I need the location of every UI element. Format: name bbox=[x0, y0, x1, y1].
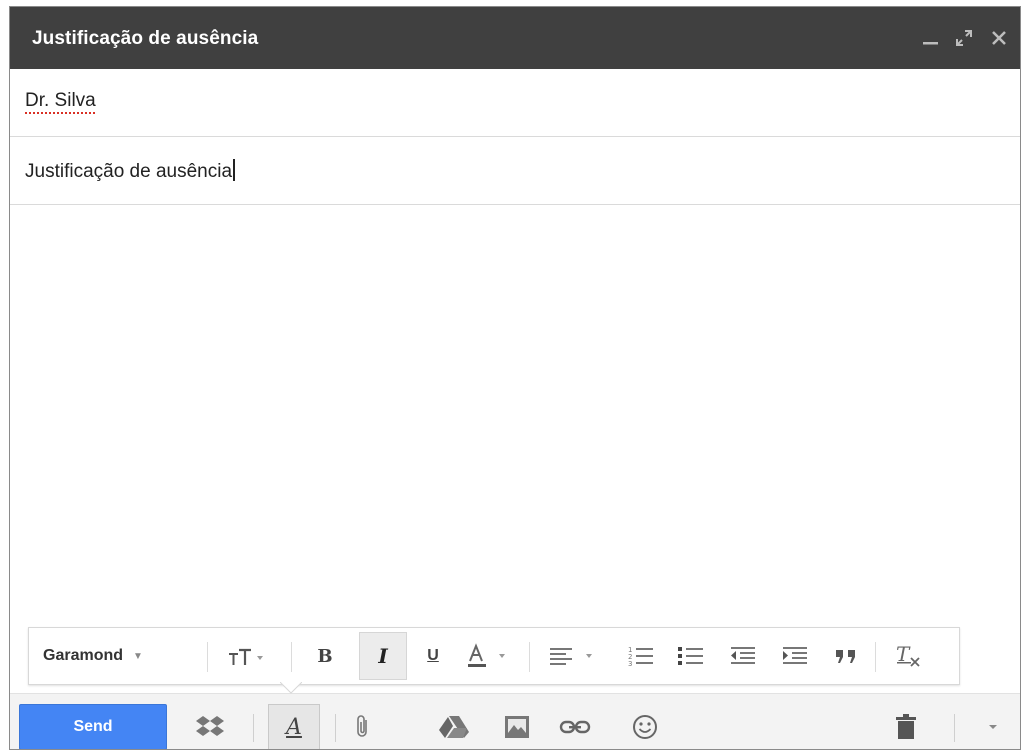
toolbar-divider bbox=[529, 642, 530, 672]
underline-icon[interactable]: U bbox=[413, 628, 453, 684]
dropbox-icon[interactable] bbox=[190, 707, 230, 747]
indent-less-icon[interactable] bbox=[723, 628, 763, 684]
attach-icon[interactable] bbox=[344, 707, 382, 747]
align-icon[interactable] bbox=[541, 628, 611, 684]
subject-text: Justificação de ausência bbox=[25, 161, 233, 182]
quote-icon[interactable] bbox=[827, 628, 867, 684]
link-icon[interactable] bbox=[553, 707, 597, 747]
bulleted-list-icon[interactable] bbox=[671, 628, 711, 684]
font-size-icon[interactable] bbox=[217, 628, 277, 684]
toolbar-divider bbox=[207, 642, 208, 672]
toolbar-divider bbox=[954, 714, 955, 742]
formatting-toggle-icon[interactable]: A bbox=[268, 707, 320, 747]
send-button[interactable]: Send bbox=[19, 704, 167, 749]
message-body[interactable] bbox=[10, 206, 1020, 624]
trash-icon[interactable] bbox=[886, 707, 926, 747]
toolbar-pointer bbox=[280, 682, 302, 694]
close-icon[interactable] bbox=[988, 27, 1010, 49]
drive-icon[interactable] bbox=[432, 707, 476, 747]
indent-more-icon[interactable] bbox=[775, 628, 815, 684]
expand-icon[interactable] bbox=[953, 27, 975, 49]
svg-text:3: 3 bbox=[628, 660, 632, 668]
font-family-dropdown[interactable]: Garamond ▼ bbox=[43, 628, 143, 684]
chevron-down-icon: ▼ bbox=[133, 650, 143, 662]
compose-window: Justificação de ausência Dr. Silva Justi… bbox=[9, 6, 1021, 750]
to-field[interactable]: Dr. Silva bbox=[10, 69, 1020, 137]
remove-formatting-icon[interactable]: T bbox=[887, 628, 931, 684]
toolbar-divider bbox=[291, 642, 292, 672]
bold-icon[interactable]: B bbox=[305, 628, 345, 684]
toolbar-divider bbox=[335, 714, 336, 742]
toolbar-divider bbox=[875, 642, 876, 672]
compose-title: Justificação de ausência bbox=[32, 28, 259, 49]
compose-titlebar[interactable]: Justificação de ausência bbox=[10, 7, 1020, 69]
toolbar-divider bbox=[253, 714, 254, 742]
to-recipient: Dr. Silva bbox=[25, 90, 96, 111]
emoji-icon[interactable] bbox=[623, 707, 667, 747]
text-color-icon[interactable] bbox=[459, 628, 523, 684]
formatting-toolbar: Garamond ▼ B I U 1 2 3 T bbox=[28, 627, 960, 685]
numbered-list-icon[interactable]: 1 2 3 bbox=[621, 628, 661, 684]
minimize-icon[interactable] bbox=[920, 27, 942, 49]
subject-input: Justificação de ausência bbox=[25, 159, 235, 183]
more-options-icon[interactable] bbox=[978, 707, 1008, 747]
photo-icon[interactable] bbox=[495, 707, 539, 747]
text-caret bbox=[233, 159, 235, 181]
italic-icon[interactable]: I bbox=[359, 628, 407, 684]
subject-field[interactable]: Justificação de ausência bbox=[10, 137, 1020, 205]
font-family-label: Garamond bbox=[43, 647, 124, 664]
